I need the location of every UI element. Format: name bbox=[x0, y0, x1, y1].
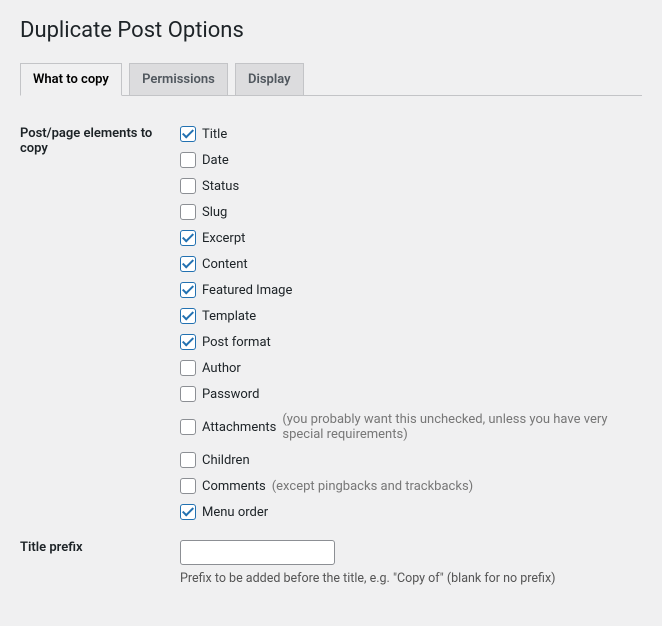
element-checkbox[interactable] bbox=[180, 152, 196, 168]
element-hint: (you probably want this unchecked, unles… bbox=[282, 412, 642, 442]
elements-section-label: Post/page elements to copy bbox=[20, 116, 180, 530]
element-row: Template bbox=[180, 308, 642, 324]
element-label[interactable]: Slug bbox=[202, 205, 227, 220]
title-prefix-label: Title prefix bbox=[20, 530, 180, 596]
nav-tab-wrapper: What to copy Permissions Display bbox=[20, 63, 642, 96]
element-row: Slug bbox=[180, 204, 642, 220]
page-title: Duplicate Post Options bbox=[20, 18, 642, 43]
element-label[interactable]: Template bbox=[202, 309, 256, 324]
element-row: Status bbox=[180, 178, 642, 194]
form-table: Post/page elements to copy Title Date Stat… bbox=[20, 116, 642, 596]
element-label[interactable]: Author bbox=[202, 361, 241, 376]
element-checkbox[interactable] bbox=[180, 282, 196, 298]
element-checkbox[interactable] bbox=[180, 419, 196, 435]
element-row: Author bbox=[180, 360, 642, 376]
element-checkbox[interactable] bbox=[180, 478, 196, 494]
title-prefix-desc: Prefix to be added before the title, e.g… bbox=[180, 571, 642, 586]
element-row: Menu order bbox=[180, 504, 642, 520]
tab-display[interactable]: Display bbox=[235, 63, 304, 95]
element-checkbox[interactable] bbox=[180, 452, 196, 468]
element-label[interactable]: Content bbox=[202, 257, 248, 272]
element-hint: (except pingbacks and trackbacks) bbox=[272, 479, 473, 494]
tab-permissions[interactable]: Permissions bbox=[129, 63, 228, 95]
element-checkbox[interactable] bbox=[180, 230, 196, 246]
element-label[interactable]: Excerpt bbox=[202, 231, 245, 246]
element-checkbox[interactable] bbox=[180, 204, 196, 220]
element-row: Post format bbox=[180, 334, 642, 350]
element-row: Comments (except pingbacks and trackbacks… bbox=[180, 478, 642, 494]
element-label[interactable]: Attachments bbox=[202, 420, 276, 435]
element-row: Featured Image bbox=[180, 282, 642, 298]
element-row: Children bbox=[180, 452, 642, 468]
element-row: Date bbox=[180, 152, 642, 168]
title-prefix-input[interactable] bbox=[180, 540, 335, 565]
element-checkbox[interactable] bbox=[180, 386, 196, 402]
element-row: Content bbox=[180, 256, 642, 272]
element-label[interactable]: Children bbox=[202, 453, 250, 468]
element-label[interactable]: Password bbox=[202, 387, 259, 402]
tab-what-to-copy[interactable]: What to copy bbox=[20, 63, 122, 96]
element-label[interactable]: Status bbox=[202, 179, 239, 194]
element-row: Password bbox=[180, 386, 642, 402]
element-label[interactable]: Comments bbox=[202, 479, 266, 494]
element-row: Excerpt bbox=[180, 230, 642, 246]
element-row: Title bbox=[180, 126, 642, 142]
element-checkbox[interactable] bbox=[180, 178, 196, 194]
element-checkbox[interactable] bbox=[180, 126, 196, 142]
element-checkbox[interactable] bbox=[180, 334, 196, 350]
element-label[interactable]: Title bbox=[202, 127, 227, 142]
element-label[interactable]: Featured Image bbox=[202, 283, 292, 298]
element-row: Attachments (you probably want this unche… bbox=[180, 412, 642, 442]
element-label[interactable]: Date bbox=[202, 153, 229, 168]
element-label[interactable]: Menu order bbox=[202, 505, 268, 520]
element-checkbox[interactable] bbox=[180, 308, 196, 324]
element-checkbox[interactable] bbox=[180, 256, 196, 272]
element-label[interactable]: Post format bbox=[202, 335, 271, 350]
element-checkbox[interactable] bbox=[180, 504, 196, 520]
element-checkbox[interactable] bbox=[180, 360, 196, 376]
